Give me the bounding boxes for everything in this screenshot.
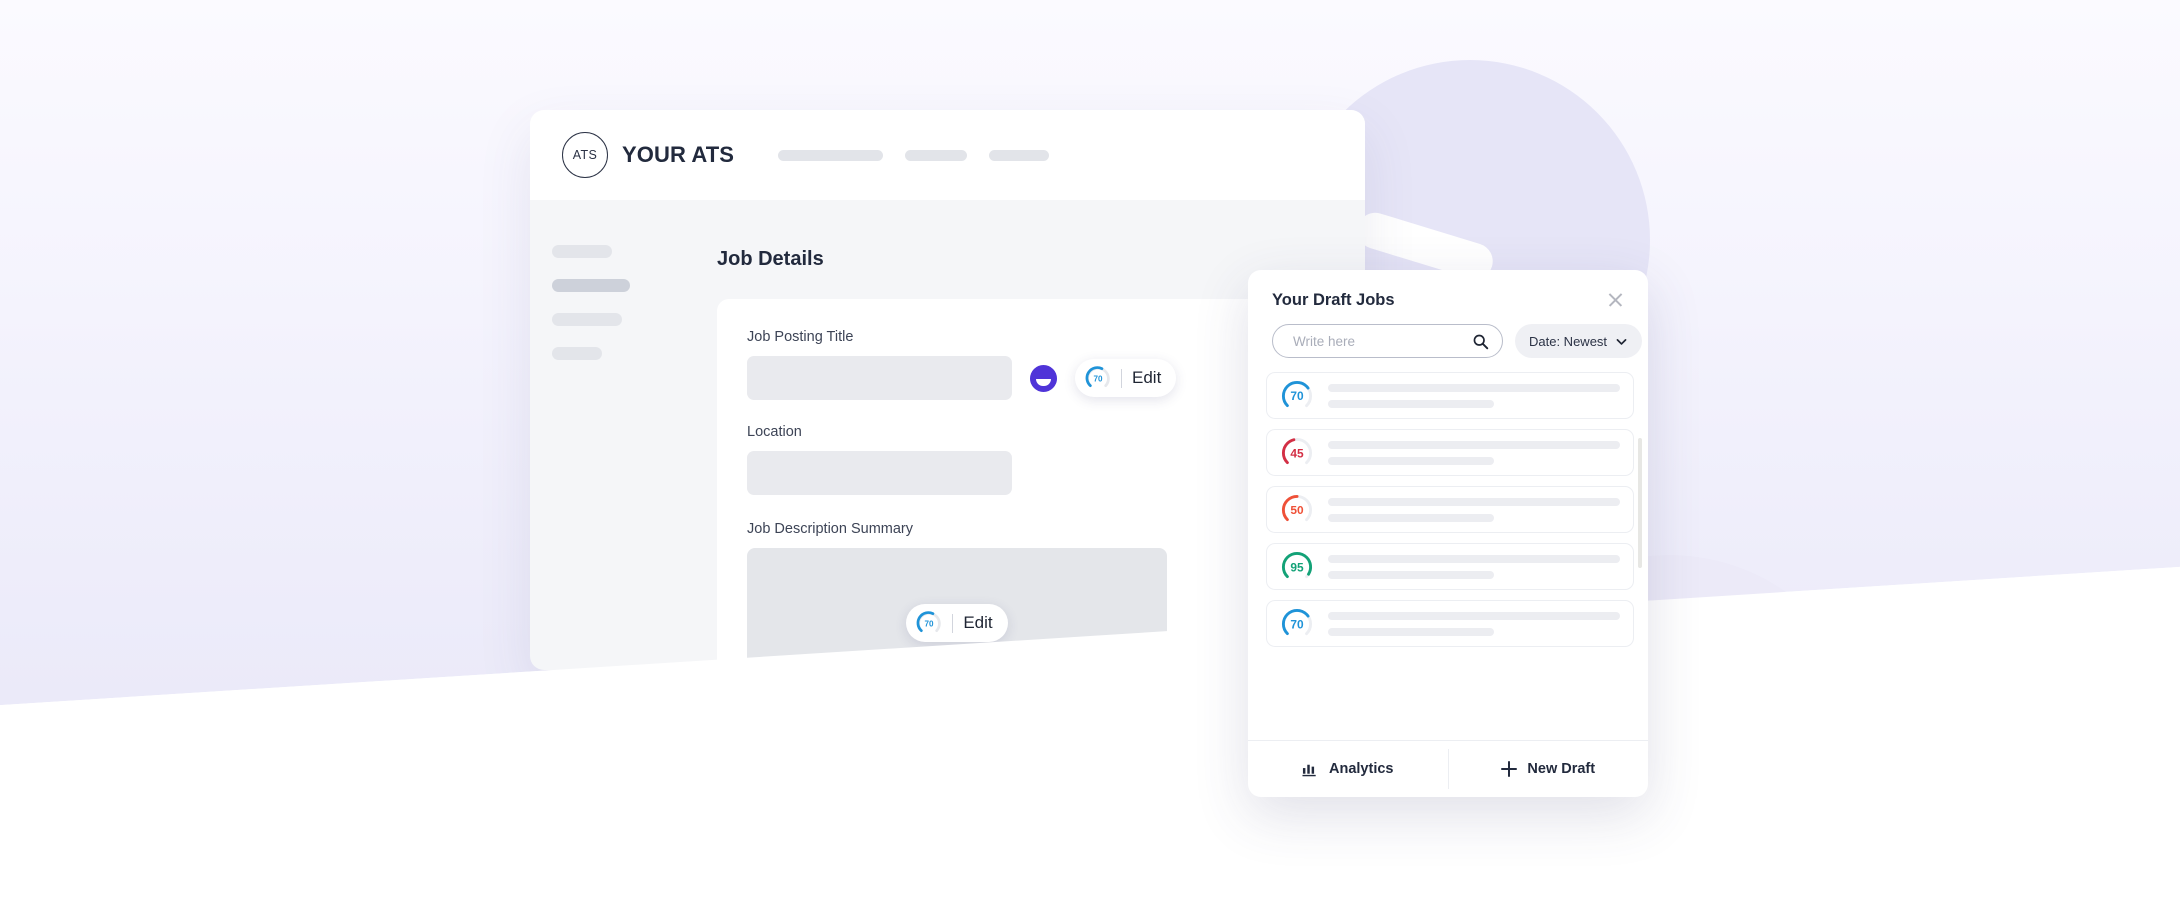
sidebar-placeholder-item-active[interactable] [552,279,630,292]
draft-row-title-placeholder [1328,383,1620,392]
edit-divider [1121,368,1122,388]
score-gauge-icon: 45 [1281,437,1313,468]
draft-score-value: 50 [1290,503,1304,517]
brand-name: YOUR ATS [622,142,735,167]
list-scrollbar[interactable] [1638,438,1642,568]
page-title: Job Details [717,248,824,270]
draft-row-title-placeholder [1328,497,1620,506]
draft-score-value: 70 [1290,389,1304,403]
draft-jobs-controls: Date: Newest [1248,324,1648,372]
edit-button-label: Edit [963,613,993,632]
nav-placeholder-group [778,149,1050,161]
assistant-avatar-icon [1030,364,1057,392]
analytics-button[interactable]: Analytics [1248,741,1448,797]
draft-row-placeholder-lines [1328,497,1620,522]
draft-job-row[interactable]: 45 [1266,429,1634,476]
sort-dropdown-label: Date: Newest [1529,333,1608,349]
new-draft-button-label: New Draft [1527,761,1596,777]
score-gauge-icon: 70 [1085,366,1110,388]
draft-jobs-footer: Analytics New Draft [1248,740,1648,797]
plus-icon [1501,761,1518,777]
score-gauge-icon: 70 [916,611,942,633]
search-input[interactable] [1291,332,1472,350]
draft-score-value: 95 [1290,560,1304,574]
score-gauge-icon: 70 [1281,380,1313,411]
app-body: Job Details Job Posting Title 70 Edit Lo… [530,200,1365,670]
draft-row-placeholder-lines [1328,554,1620,579]
draft-row-placeholder-lines [1328,611,1620,636]
draft-job-row[interactable]: 50 [1266,486,1634,533]
draft-row-subtitle-placeholder [1328,456,1495,465]
draft-row-title-placeholder [1328,440,1620,449]
draft-job-row[interactable]: 95 [1266,543,1634,590]
job-description-input[interactable]: 70 Edit [747,548,1167,670]
close-icon[interactable] [1606,290,1626,310]
draft-jobs-panel: Your Draft Jobs Date: Newest 70 45 50 95 70 [1248,270,1648,797]
nav-placeholder-item[interactable] [905,149,968,161]
sidebar-placeholder-item[interactable] [552,245,612,258]
location-input[interactable] [747,451,1012,495]
job-posting-title-input[interactable] [747,356,1012,400]
draft-row-title-placeholder [1328,611,1620,620]
edit-description-button[interactable]: 70 Edit [906,604,1008,642]
logo-text: ATS [572,148,598,162]
draft-score-value: 45 [1290,446,1304,460]
score-gauge-icon: 95 [1281,551,1313,582]
bar-chart-icon [1302,764,1316,777]
app-sidebar [530,200,695,670]
draft-row-subtitle-placeholder [1328,627,1495,636]
score-gauge-icon: 70 [1281,608,1313,639]
draft-row-title-placeholder [1328,554,1620,563]
draft-jobs-list[interactable]: 70 45 50 95 70 [1248,372,1648,740]
sidebar-placeholder-item[interactable] [552,347,602,360]
ats-logo-icon: ATS [562,132,608,178]
score-gauge-icon: 50 [1281,494,1313,525]
sort-dropdown[interactable]: Date: Newest [1515,324,1643,358]
nav-placeholder-item[interactable] [778,149,884,161]
chevron-down-icon [1616,338,1627,345]
app-header: ATS YOUR ATS [530,110,1365,200]
screenshot-stage: ATS YOUR ATS Job Details Job Posting Tit… [0,0,2180,909]
ats-app-window: ATS YOUR ATS Job Details Job Posting Tit… [530,110,1365,670]
inline-score-value: 70 [1093,374,1103,383]
draft-jobs-header: Your Draft Jobs [1248,270,1648,324]
draft-jobs-title: Your Draft Jobs [1272,290,1395,309]
draft-job-row[interactable]: 70 [1266,600,1634,647]
draft-row-subtitle-placeholder [1328,570,1495,579]
nav-placeholder-item[interactable] [989,149,1050,161]
draft-row-placeholder-lines [1328,440,1620,465]
search-icon[interactable] [1472,333,1489,350]
edit-divider [952,613,954,633]
new-draft-button[interactable]: New Draft [1449,741,1649,797]
decorative-circle-bottom-left [185,690,530,909]
inline-score-value: 70 [925,619,935,628]
analytics-button-label: Analytics [1329,761,1394,777]
edit-title-button[interactable]: 70 Edit [1075,359,1177,397]
draft-row-placeholder-lines [1328,383,1620,408]
sidebar-placeholder-item[interactable] [552,313,622,326]
draft-score-value: 70 [1290,617,1304,631]
search-field[interactable] [1272,324,1503,358]
edit-button-label: Edit [1132,368,1162,387]
draft-row-subtitle-placeholder [1328,513,1495,522]
draft-job-row[interactable]: 70 [1266,372,1634,419]
draft-row-subtitle-placeholder [1328,399,1495,408]
